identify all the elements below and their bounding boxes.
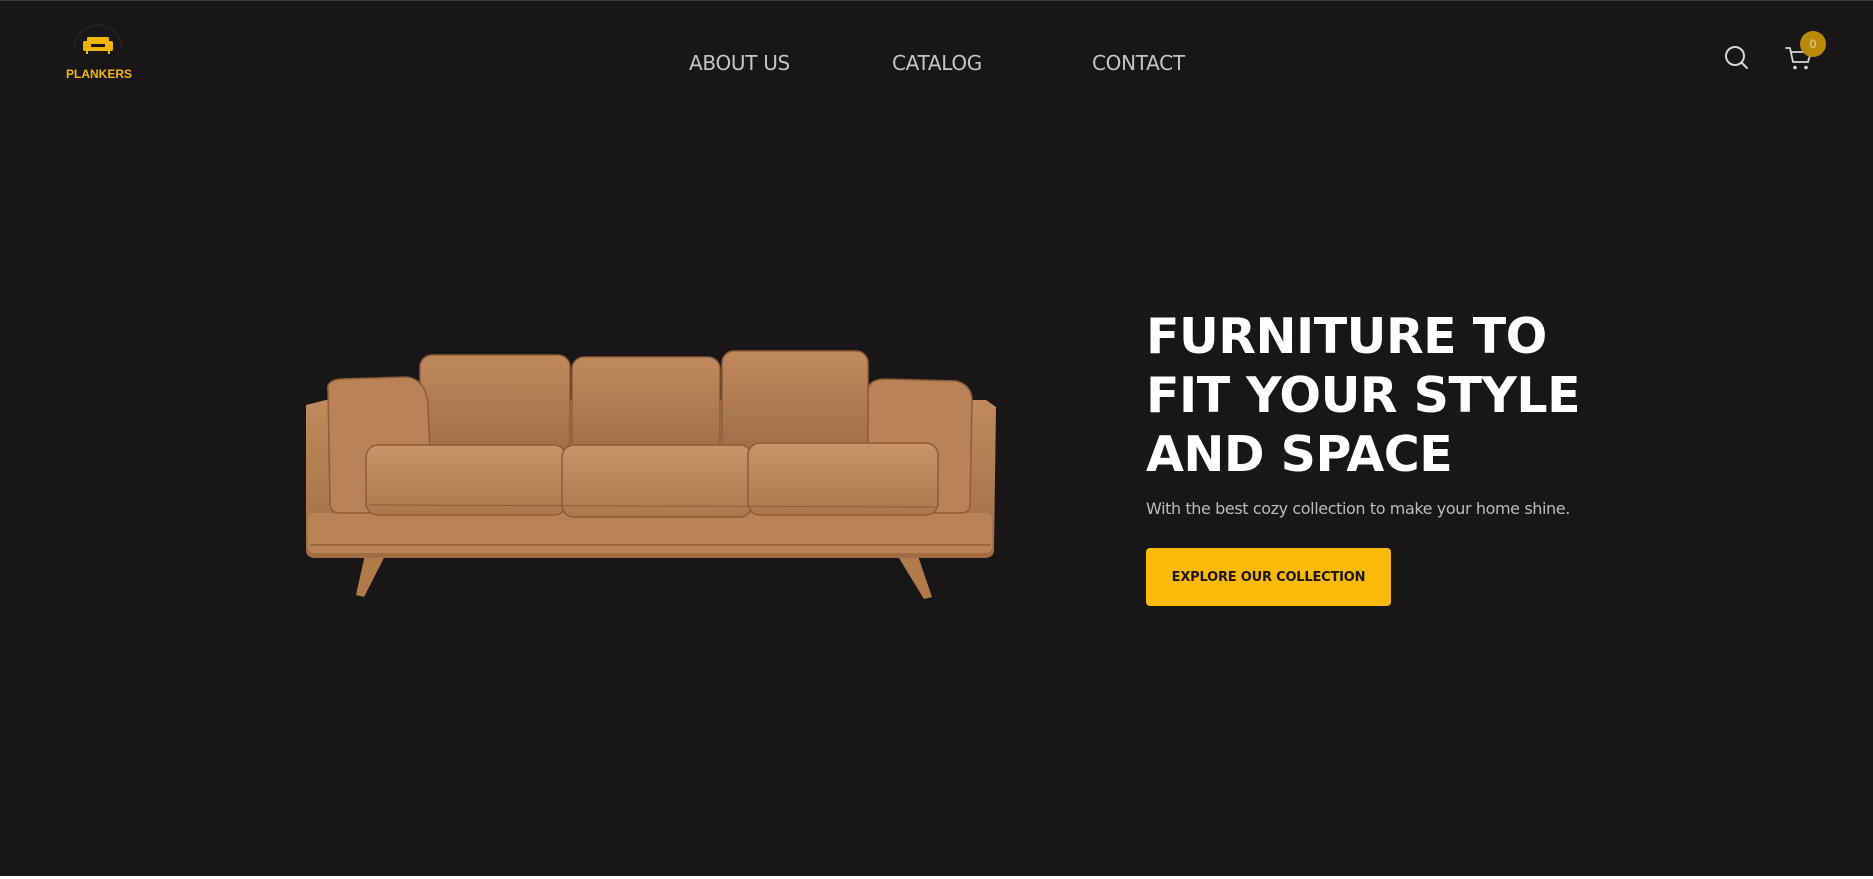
hero-title: FURNITURE TO FIT YOUR STYLE AND SPACE bbox=[1146, 307, 1666, 484]
hero-subtitle: With the best cozy collection to make yo… bbox=[1146, 499, 1570, 518]
hero-title-line-1: FURNITURE TO bbox=[1146, 308, 1547, 365]
cart-button[interactable]: 0 bbox=[1784, 31, 1828, 75]
search-icon bbox=[1725, 46, 1748, 69]
brand-name: PLANKERS bbox=[66, 67, 133, 81]
nav-link-contact[interactable]: CONTACT bbox=[1092, 51, 1185, 75]
sofa-icon bbox=[73, 24, 123, 54]
nav-link-catalog[interactable]: CATALOG bbox=[892, 51, 982, 75]
page: PLANKERS ABOUT US CATALOG CONTACT 0 FURN… bbox=[0, 0, 1873, 876]
hero-sofa-image bbox=[306, 350, 996, 599]
brand-logo[interactable]: PLANKERS bbox=[66, 23, 133, 85]
search-button[interactable] bbox=[1722, 43, 1752, 73]
hero-title-line-2: FIT YOUR STYLE bbox=[1146, 367, 1581, 424]
cart-count-badge: 0 bbox=[1800, 31, 1826, 57]
hero-title-line-3: AND SPACE bbox=[1146, 426, 1453, 483]
nav-link-about-us[interactable]: ABOUT US bbox=[689, 51, 790, 75]
explore-collection-button[interactable]: EXPLORE OUR COLLECTION bbox=[1146, 548, 1391, 606]
